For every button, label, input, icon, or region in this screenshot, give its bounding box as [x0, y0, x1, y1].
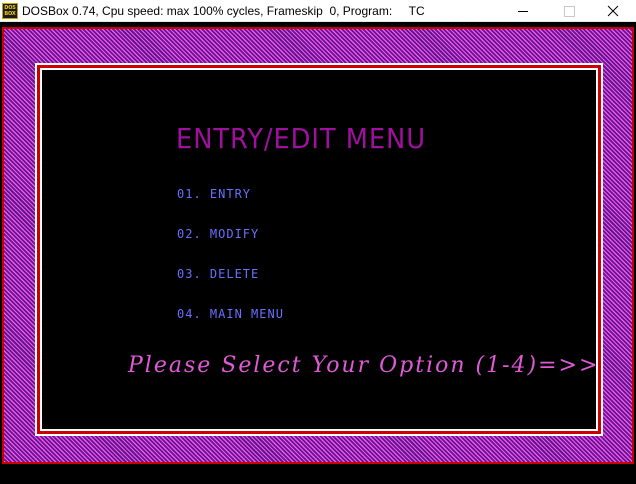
dosbox-icon-text-bottom: BOX	[4, 11, 16, 17]
menu-title: ENTRY/EDIT MENU	[176, 122, 427, 155]
close-button[interactable]	[590, 0, 636, 22]
dosbox-app-icon[interactable]: DOS BOX	[2, 3, 18, 19]
maximize-icon	[564, 6, 575, 17]
minimize-icon	[518, 11, 528, 12]
menu-item-entry[interactable]: 01. ENTRY	[177, 187, 251, 201]
menu-item-modify[interactable]: 02. MODIFY	[177, 227, 259, 241]
menu-panel-border	[35, 63, 603, 436]
dos-screen[interactable]: ENTRY/EDIT MENU 01. ENTRY 02. MODIFY 03.…	[0, 22, 636, 484]
window-title-bar[interactable]: DOS BOX DOSBox 0.74, Cpu speed: max 100%…	[0, 0, 636, 22]
menu-item-main-menu[interactable]: 04. MAIN MENU	[177, 307, 284, 321]
minimize-button[interactable]	[500, 0, 546, 22]
menu-item-delete[interactable]: 03. DELETE	[177, 267, 259, 281]
window-title: DOSBox 0.74, Cpu speed: max 100% cycles,…	[22, 4, 425, 18]
maximize-button[interactable]	[546, 0, 592, 22]
option-prompt: Please Select Your Option (1-4)=>>	[128, 353, 600, 378]
hatched-frame	[2, 27, 634, 464]
close-icon	[607, 5, 619, 17]
